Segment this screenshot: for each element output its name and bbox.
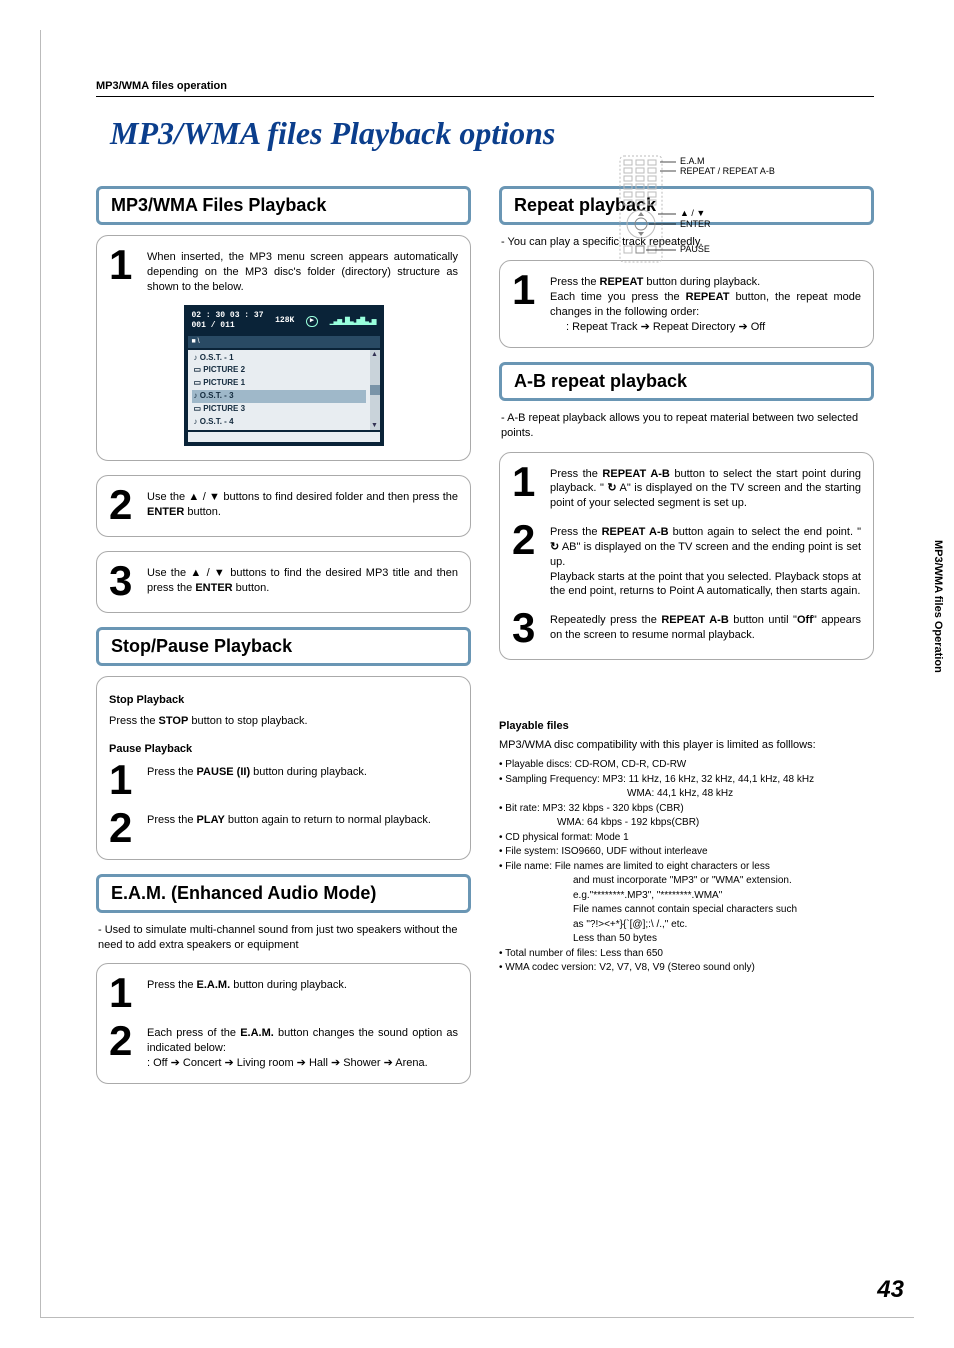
list-item: ▭ PICTURE 1 — [192, 377, 366, 390]
list-item: ▭ PICTURE 2 — [192, 364, 366, 377]
list-item: e.g."********.MP3", "********.WMA" — [499, 889, 874, 904]
page: MP3/WMA files operation MP3/WMA files Pl… — [40, 30, 914, 1318]
step-body: Press the REPEAT A-B button again to sel… — [550, 521, 861, 599]
list-item: as "?!><+*}{`[@];:\ /.," etc. — [499, 918, 874, 933]
step-body: Each press of the E.A.M. button changes … — [147, 1022, 458, 1071]
list-item: WMA: 64 kbps - 192 kbps(CBR) — [499, 816, 874, 831]
step-body: When inserted, the MP3 menu screen appea… — [147, 246, 458, 295]
step-body: Press the REPEAT A-B button to select th… — [550, 463, 861, 512]
columns: MP3/WMA Files Playback 1 When inserted, … — [96, 172, 874, 1098]
right-column: Repeat playback - You can play a specifi… — [499, 172, 874, 976]
list-item: WMA codec version: V2, V7, V8, V9 (Stere… — [499, 961, 874, 976]
section-ab-repeat: A-B repeat playback — [499, 362, 874, 401]
remote-label-enter: ENTER — [680, 219, 711, 229]
section-stop-pause: Stop/Pause Playback — [96, 627, 471, 666]
screen-file-list: ♪ O.S.T. - 1 ▭ PICTURE 2 ▭ PICTURE 1 ♪ O… — [188, 350, 380, 431]
side-tab: MP3/WMA files Operation — [928, 540, 948, 760]
box-stop-pause: Stop Playback Press the STOP button to s… — [96, 676, 471, 860]
step-number: 1 — [512, 463, 542, 512]
step-number: 3 — [109, 562, 139, 600]
box-step2: 2 Use the ▲ / ▼ buttons to find desired … — [96, 475, 471, 537]
list-item: Playable discs: CD-ROM, CD-R, CD-RW — [499, 758, 874, 773]
list-item: ♪ O.S.T. - 1 — [192, 352, 366, 365]
list-item: Bit rate: MP3: 32 kbps - 320 kbps (CBR) — [499, 802, 874, 817]
playable-files-heading: Playable files — [499, 720, 874, 732]
left-column: MP3/WMA Files Playback 1 When inserted, … — [96, 172, 471, 1098]
eam-intro: - Used to simulate multi-channel sound f… — [98, 923, 471, 954]
step-number: 2 — [109, 809, 139, 847]
equalizer-icon: ▁▃▅▂▇▃▂▅▇▃▂▅ — [330, 316, 376, 327]
step-number: 2 — [109, 486, 139, 524]
step-body: Use the ▲ / ▼ buttons to find desired fo… — [147, 486, 458, 524]
remote-label-eam: E.A.M — [680, 156, 705, 166]
screen-bitrate: 128K — [275, 316, 294, 327]
section-eam: E.A.M. (Enhanced Audio Mode) — [96, 874, 471, 913]
step-body: Press the REPEAT button during playback.… — [550, 271, 861, 334]
box-repeat: 1 Press the REPEAT button during playbac… — [499, 260, 874, 347]
list-item: and must incorporate "MP3" or "WMA" exte… — [499, 874, 874, 889]
ab-intro: - A-B repeat playback allows you to repe… — [501, 411, 874, 442]
step-number: 3 — [512, 609, 542, 647]
loop-icon — [550, 541, 559, 553]
list-item-selected: ♪ O.S.T. - 3 — [192, 390, 366, 403]
step-number: 1 — [109, 974, 139, 1012]
stop-playback-heading: Stop Playback — [109, 693, 458, 708]
box-step3: 3 Use the ▲ / ▼ buttons to find the desi… — [96, 551, 471, 613]
step-1: 1 When inserted, the MP3 menu screen app… — [109, 246, 458, 295]
loop-icon — [607, 482, 616, 494]
list-item: File name: File names are limited to eig… — [499, 860, 874, 875]
repeat-chain: : Repeat Track ➔ Repeat Directory ➔ Off — [550, 320, 765, 335]
playable-files-list: Playable discs: CD-ROM, CD-R, CD-RW Samp… — [499, 758, 874, 976]
step-body: Press the E.A.M. button during playback. — [147, 974, 458, 1012]
remote-diagram: E.A.M REPEAT / REPEAT A-B ▲ / ▼ ENTER PA… — [618, 154, 848, 264]
box-ab-repeat: 1 Press the REPEAT A-B button to select … — [499, 452, 874, 661]
list-item: ▭ PICTURE 3 — [192, 403, 366, 416]
list-item: File system: ISO9660, UDF without interl… — [499, 845, 874, 860]
scrollbar: ▲▼ — [370, 350, 380, 431]
list-item: Total number of files: Less than 650 — [499, 947, 874, 962]
step-number: 1 — [109, 246, 139, 295]
section-mp3wma: MP3/WMA Files Playback — [96, 186, 471, 225]
screen-time: 02 : 30 03 : 37 — [192, 311, 264, 320]
updown-icon: ▲ / ▼ — [190, 567, 226, 579]
box-eam: 1 Press the E.A.M. button during playbac… — [96, 963, 471, 1083]
step-body: Repeatedly press the REPEAT A-B button u… — [550, 609, 861, 647]
eam-chain: : Off ➔ Concert ➔ Living room ➔ Hall ➔ S… — [147, 1057, 428, 1069]
step-body: Use the ▲ / ▼ buttons to find the desire… — [147, 562, 458, 600]
updown-icon: ▲ / ▼ — [188, 491, 220, 503]
list-item: WMA: 44,1 kHz, 48 kHz — [499, 787, 874, 802]
screen-count: 001 / 011 — [192, 321, 235, 330]
page-number: 43 — [877, 1276, 904, 1304]
list-item: CD physical format: Mode 1 — [499, 831, 874, 846]
list-item: ♪ O.S.T. - 4 — [192, 416, 366, 429]
list-item: Sampling Frequency: MP3: 11 kHz, 16 kHz,… — [499, 773, 874, 788]
box-mp3-steps: 1 When inserted, the MP3 menu screen app… — [96, 235, 471, 461]
remote-label-pause: PAUSE — [680, 244, 710, 254]
mp3-menu-screen: 02 : 30 03 : 37 001 / 011 128K ▶ ▁▃▅▂▇▃▂… — [184, 305, 384, 447]
playable-files-intro: MP3/WMA disc compatibility with this pla… — [499, 738, 874, 752]
play-icon: ▶ — [306, 316, 318, 327]
step-body: Press the PLAY button again to return to… — [147, 809, 458, 847]
remote-label-repeat: REPEAT / REPEAT A-B — [680, 166, 775, 176]
list-item: Less than 50 bytes — [499, 932, 874, 947]
screen-path: ■ \ — [188, 336, 380, 347]
list-item: File names cannot contain special charac… — [499, 903, 874, 918]
step-number: 1 — [109, 761, 139, 799]
breadcrumb: MP3/WMA files operation — [96, 80, 874, 97]
stop-playback-text: Press the STOP button to stop playback. — [109, 714, 458, 728]
step-body: Press the PAUSE (II) button during playb… — [147, 761, 458, 799]
page-title: MP3/WMA files Playback options — [110, 115, 874, 152]
step-number: 2 — [109, 1022, 139, 1071]
pause-playback-heading: Pause Playback — [109, 742, 458, 757]
step-number: 2 — [512, 521, 542, 599]
remote-label-updown: ▲ / ▼ — [680, 208, 705, 218]
step-number: 1 — [512, 271, 542, 334]
